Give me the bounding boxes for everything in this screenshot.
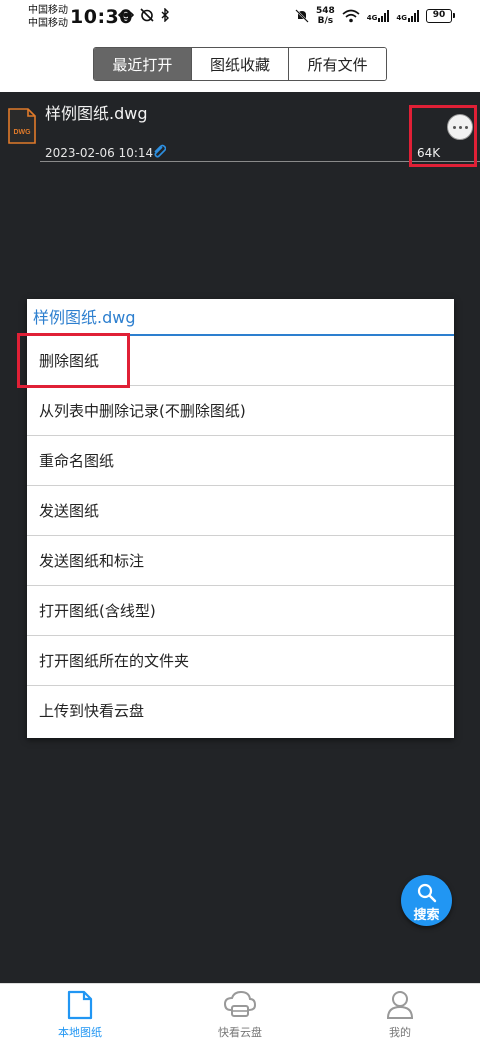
tab-favorites[interactable]: 图纸收藏 [191, 48, 290, 80]
dialog-title: 样例图纸.dwg [27, 299, 454, 336]
nav-mine-label: 我的 [389, 1026, 411, 1039]
file-icon [67, 990, 93, 1020]
status-bar: 中国移动 中国移动 10:30 548 B/s 4G 4G 90 [0, 0, 480, 36]
signal-2: 4G [396, 10, 419, 22]
menu-remove-from-list[interactable]: 从列表中删除记录(不删除图纸) [27, 386, 454, 436]
cloud-drive-icon [223, 990, 257, 1017]
net-speed-value: 548 [315, 6, 335, 16]
wifi-icon [342, 9, 360, 23]
tab-group: 最近打开 图纸收藏 所有文件 [93, 47, 387, 81]
highlight-box-more [409, 105, 477, 167]
tab-all-files[interactable]: 所有文件 [289, 48, 386, 80]
tab-strip: 最近打开 图纸收藏 所有文件 [0, 36, 480, 92]
signal-bars-icon [378, 10, 390, 22]
nav-cloud-drive-label: 快看云盘 [218, 1026, 262, 1039]
menu-open-with-linetype[interactable]: 打开图纸(含线型) [27, 586, 454, 636]
signal-1: 4G [367, 10, 390, 22]
signal-2-label: 4G [396, 14, 407, 22]
carrier-1: 中国移动 [28, 5, 68, 16]
nav-cloud-drive[interactable]: 快看云盘 [160, 984, 320, 1040]
user-icon [386, 991, 414, 1019]
menu-send-with-markup[interactable]: 发送图纸和标注 [27, 536, 454, 586]
battery-icon: 90 [426, 9, 455, 23]
alarm-off-icon [140, 8, 154, 22]
signal-bars-icon [408, 10, 419, 22]
mute-icon [295, 9, 309, 23]
bottom-nav: 本地图纸 快看云盘 我的 [0, 983, 480, 1040]
menu-send-drawing[interactable]: 发送图纸 [27, 486, 454, 536]
search-button[interactable]: 搜索 [401, 875, 452, 926]
file-date: 2023-02-06 10:14 [45, 146, 154, 160]
search-button-label: 搜索 [413, 908, 440, 923]
dwg-icon-label: DWG [13, 129, 31, 136]
status-left-icons [118, 8, 170, 22]
carrier-labels: 中国移动 中国移动 [28, 4, 68, 30]
eye-icon [118, 10, 134, 20]
menu-rename-drawing[interactable]: 重命名图纸 [27, 436, 454, 486]
signal-1-label: 4G [366, 14, 378, 22]
nav-local-drawings[interactable]: 本地图纸 [0, 984, 160, 1040]
nav-local-drawings-label: 本地图纸 [58, 1026, 102, 1039]
attachment-icon [154, 144, 166, 158]
net-speed: 548 B/s [316, 6, 335, 26]
nav-mine[interactable]: 我的 [320, 984, 480, 1040]
menu-upload-to-cloud[interactable]: 上传到快看云盘 [27, 686, 454, 736]
menu-open-containing-folder[interactable]: 打开图纸所在的文件夹 [27, 636, 454, 686]
highlight-box-delete [17, 333, 130, 388]
file-name: 样例图纸.dwg [45, 104, 148, 123]
net-speed-unit: B/s [317, 16, 334, 26]
carrier-2: 中国移动 [28, 18, 68, 29]
search-icon [417, 883, 437, 903]
tab-recent[interactable]: 最近打开 [94, 48, 192, 80]
dwg-file-icon: DWG [8, 108, 36, 144]
bluetooth-icon [161, 8, 169, 22]
status-right-icons: 548 B/s 4G 4G 90 [295, 6, 455, 26]
